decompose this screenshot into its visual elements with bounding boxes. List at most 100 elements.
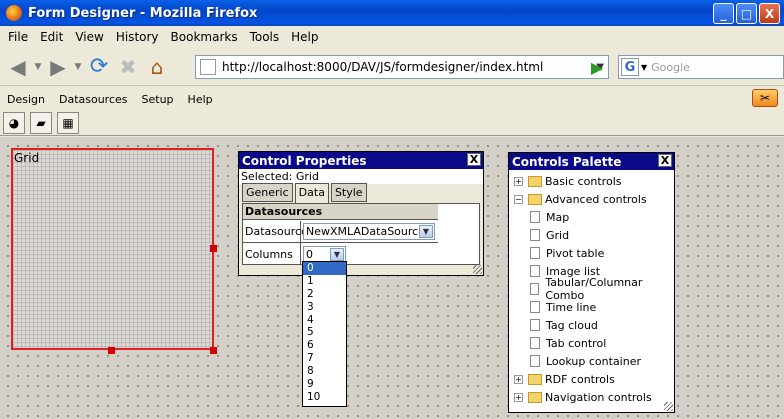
app-menu-help[interactable]: Help: [181, 93, 220, 106]
tree-item-pivot-table[interactable]: Pivot table: [530, 244, 604, 262]
tree-group-advanced-controls[interactable]: − Advanced controls: [514, 190, 647, 208]
stop-icon[interactable]: ✖: [114, 52, 142, 82]
controls-palette-window: Controls Palette X + Basic controls − Ad…: [508, 152, 675, 413]
minimize-button[interactable]: _: [713, 3, 734, 24]
close-icon[interactable]: X: [467, 153, 481, 166]
dropdown-option[interactable]: 6: [303, 339, 346, 352]
tree-item-label: Advanced controls: [545, 192, 647, 206]
folder-open-icon[interactable]: ▰: [30, 111, 52, 134]
menu-file[interactable]: File: [2, 30, 34, 44]
expand-icon[interactable]: +: [514, 176, 523, 186]
document-icon: [530, 265, 540, 277]
close-window-button[interactable]: X: [759, 3, 780, 24]
go-arrow-icon[interactable]: ▶: [587, 57, 607, 77]
controls-palette-title-bar[interactable]: Controls Palette X: [509, 153, 674, 170]
tree-group-basic-controls[interactable]: + Basic controls: [514, 172, 621, 190]
app-menu-setup[interactable]: Setup: [135, 93, 181, 106]
grid-control[interactable]: Grid: [11, 148, 214, 350]
table-icon[interactable]: ▦: [57, 111, 79, 134]
url-text: http://localhost:8000/DAV/JS/formdesigne…: [222, 60, 544, 74]
datasource-value: NewXMLADataSource: [306, 225, 425, 238]
app-menu-bar: Design Datasources Setup Help: [0, 88, 784, 110]
palette-icon[interactable]: ◕: [3, 111, 25, 134]
home-icon[interactable]: ⌂: [142, 52, 172, 82]
forward-history-dropdown-icon[interactable]: ▼: [72, 52, 84, 82]
columns-value: 0: [306, 247, 313, 261]
scissors-icon[interactable]: ✂: [752, 89, 778, 107]
chevron-down-icon[interactable]: ▼: [330, 247, 344, 261]
tree-item-grid[interactable]: Grid: [530, 226, 569, 244]
dropdown-option[interactable]: 7: [303, 352, 346, 365]
folder-icon: [528, 391, 542, 403]
tree-item-tab-control[interactable]: Tab control: [530, 334, 606, 352]
dropdown-option[interactable]: 4: [303, 314, 346, 327]
dropdown-option[interactable]: 9: [303, 378, 346, 391]
menu-bookmarks[interactable]: Bookmarks: [165, 30, 244, 44]
back-arrow-icon[interactable]: ◀: [4, 52, 32, 82]
datasource-select[interactable]: NewXMLADataSource ▼: [303, 223, 435, 240]
chevron-down-icon[interactable]: ▼: [419, 225, 433, 238]
tree-group-rdf-controls[interactable]: + RDF controls: [514, 370, 615, 388]
columns-label: Columns: [243, 243, 301, 265]
control-properties-title: Control Properties: [242, 153, 367, 168]
menu-edit[interactable]: Edit: [34, 30, 69, 44]
app-menu-datasources[interactable]: Datasources: [52, 93, 135, 106]
tree-item-time-line[interactable]: Time line: [530, 298, 596, 316]
document-icon: [530, 319, 540, 331]
columns-select[interactable]: 0 ▼: [303, 245, 346, 263]
tree-item-label: Grid: [546, 228, 570, 242]
menu-history[interactable]: History: [110, 30, 165, 44]
back-history-dropdown-icon[interactable]: ▼: [32, 52, 44, 82]
menu-view[interactable]: View: [69, 30, 109, 44]
resize-handle-bottom[interactable]: [108, 347, 115, 354]
tab-style[interactable]: Style: [330, 183, 367, 202]
app-menu-design[interactable]: Design: [0, 93, 52, 106]
maximize-button[interactable]: □: [736, 3, 757, 24]
columns-dropdown-list: 0 1 2 3 4 5 6 7 8 9 10: [302, 261, 347, 407]
collapse-icon[interactable]: −: [514, 194, 523, 204]
reload-icon[interactable]: ⟳: [84, 52, 114, 82]
document-icon: [530, 229, 540, 241]
url-bar[interactable]: http://localhost:8000/DAV/JS/formdesigne…: [195, 55, 609, 79]
forward-arrow-icon[interactable]: ▶: [44, 52, 72, 82]
dropdown-option[interactable]: 2: [303, 288, 346, 301]
close-icon[interactable]: X: [658, 154, 672, 167]
menu-help[interactable]: Help: [285, 30, 324, 44]
tree-item-label: Tag cloud: [546, 318, 598, 332]
tab-generic[interactable]: Generic: [242, 183, 293, 202]
datasource-label: Datasource: [243, 221, 308, 242]
tree-item-tabular-columnar-combo[interactable]: Tabular/Columnar Combo: [530, 276, 674, 302]
page-icon: [200, 59, 216, 75]
document-icon: [530, 211, 540, 223]
resize-handle-right[interactable]: [210, 245, 217, 252]
dropdown-option[interactable]: 3: [303, 301, 346, 314]
search-engine-dropdown-icon[interactable]: ▼: [641, 63, 647, 72]
tree-group-navigation-controls[interactable]: + Navigation controls: [514, 388, 652, 406]
dropdown-option[interactable]: 0: [303, 262, 346, 275]
tab-data[interactable]: Data: [294, 183, 329, 204]
expand-icon[interactable]: +: [514, 392, 523, 402]
search-bar[interactable]: G ▼ Google: [618, 55, 784, 79]
resize-grip-icon[interactable]: [473, 265, 482, 274]
dropdown-option[interactable]: 5: [303, 326, 346, 339]
dropdown-option[interactable]: 1: [303, 275, 346, 288]
tree-item-label: Navigation controls: [545, 390, 652, 404]
control-properties-title-bar[interactable]: Control Properties X: [239, 152, 483, 169]
resize-grip-icon[interactable]: [664, 402, 673, 411]
menu-tools[interactable]: Tools: [244, 30, 286, 44]
tree-item-label: Tab control: [546, 336, 607, 350]
controls-palette-title: Controls Palette: [512, 154, 622, 169]
resize-handle-corner[interactable]: [210, 347, 217, 354]
tree-item-label: Basic controls: [545, 174, 622, 188]
expand-icon[interactable]: +: [514, 374, 523, 384]
firefox-logo-icon: [6, 5, 22, 21]
document-icon: [530, 337, 540, 349]
dropdown-option[interactable]: 10: [303, 391, 346, 404]
search-input[interactable]: Google: [651, 61, 690, 74]
tree-item-lookup-container[interactable]: Lookup container: [530, 352, 641, 370]
search-engine-icon[interactable]: G: [621, 58, 639, 76]
dropdown-option[interactable]: 8: [303, 365, 346, 378]
control-properties-window: Control Properties X Selected: Grid Gene…: [238, 151, 484, 276]
tree-item-map[interactable]: Map: [530, 208, 569, 226]
tree-item-tag-cloud[interactable]: Tag cloud: [530, 316, 598, 334]
